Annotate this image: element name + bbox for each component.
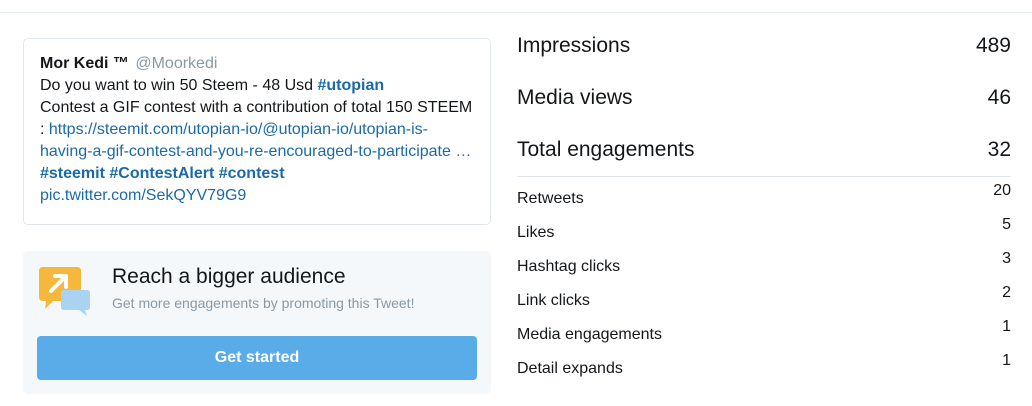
- metric-label: Total engagements: [517, 138, 695, 161]
- pic-link[interactable]: pic.twitter.com/SekQYV79G9: [40, 187, 246, 204]
- promote-megaphone-icon: [37, 267, 93, 317]
- metric-link-clicks: Link clicks 2: [517, 284, 1011, 316]
- metric-value: 1: [1002, 318, 1011, 335]
- metric-value: 1: [1002, 352, 1011, 369]
- metric-label: Hashtag clicks: [517, 258, 621, 275]
- promote-card: Reach a bigger audience Get more engagem…: [23, 251, 491, 394]
- hashtag-contestalert[interactable]: #ContestAlert: [109, 165, 214, 182]
- tweet-content: Mor Kedi ™ @Moorkedi Do you want to win …: [40, 53, 480, 207]
- hashtag-steemit[interactable]: #steemit: [40, 165, 105, 182]
- author-handle[interactable]: @Moorkedi: [135, 55, 217, 72]
- metric-impressions: Impressions 489: [517, 34, 1011, 64]
- hashtag-utopian[interactable]: #utopian: [317, 77, 384, 94]
- tweet-text: Do you want to win 50 Steem - 48 Usd #ut…: [40, 75, 480, 207]
- metrics-divider: [517, 176, 1011, 177]
- metric-total-engagements: Total engagements 32: [517, 138, 1011, 168]
- metric-value: 2: [1002, 284, 1011, 301]
- metric-label: Likes: [517, 224, 555, 241]
- metric-value: 3: [1002, 250, 1011, 267]
- metric-hashtag-clicks: Hashtag clicks 3: [517, 250, 1011, 282]
- metric-value: 20: [993, 182, 1011, 199]
- metrics-panel: Impressions 489 Media views 46 Total eng…: [517, 0, 1011, 406]
- metric-detail-expands: Detail expands 1: [517, 352, 1011, 384]
- author-name[interactable]: Mor Kedi ™: [40, 55, 129, 72]
- hashtag-contest[interactable]: #contest: [219, 165, 285, 182]
- metric-value: 32: [987, 138, 1011, 161]
- promote-subtitle: Get more engagements by promoting this T…: [112, 295, 415, 311]
- metric-label: Link clicks: [517, 292, 590, 309]
- promote-title: Reach a bigger audience: [112, 265, 346, 288]
- metric-likes: Likes 5: [517, 216, 1011, 248]
- metric-media-views: Media views 46: [517, 86, 1011, 116]
- metric-media-engagements: Media engagements 1: [517, 318, 1011, 350]
- metric-retweets: Retweets 20: [517, 182, 1011, 214]
- tweet-header: Mor Kedi ™ @Moorkedi: [40, 53, 480, 75]
- tweet-link[interactable]: https://steemit.com/utopian-io/@utopian-…: [40, 121, 471, 160]
- tweet-card[interactable]: Mor Kedi ™ @Moorkedi Do you want to win …: [23, 38, 491, 225]
- get-started-button[interactable]: Get started: [37, 336, 477, 380]
- metric-value: 489: [975, 34, 1011, 57]
- metric-label: Retweets: [517, 190, 584, 207]
- tweet-text-part: Do you want to win 50 Steem - 48 Usd: [40, 77, 318, 94]
- metric-value: 46: [987, 86, 1011, 109]
- metric-value: 5: [1002, 216, 1011, 233]
- metric-label: Impressions: [517, 34, 631, 57]
- metric-label: Media engagements: [517, 326, 662, 343]
- metric-label: Media views: [517, 86, 633, 109]
- metric-label: Detail expands: [517, 360, 623, 377]
